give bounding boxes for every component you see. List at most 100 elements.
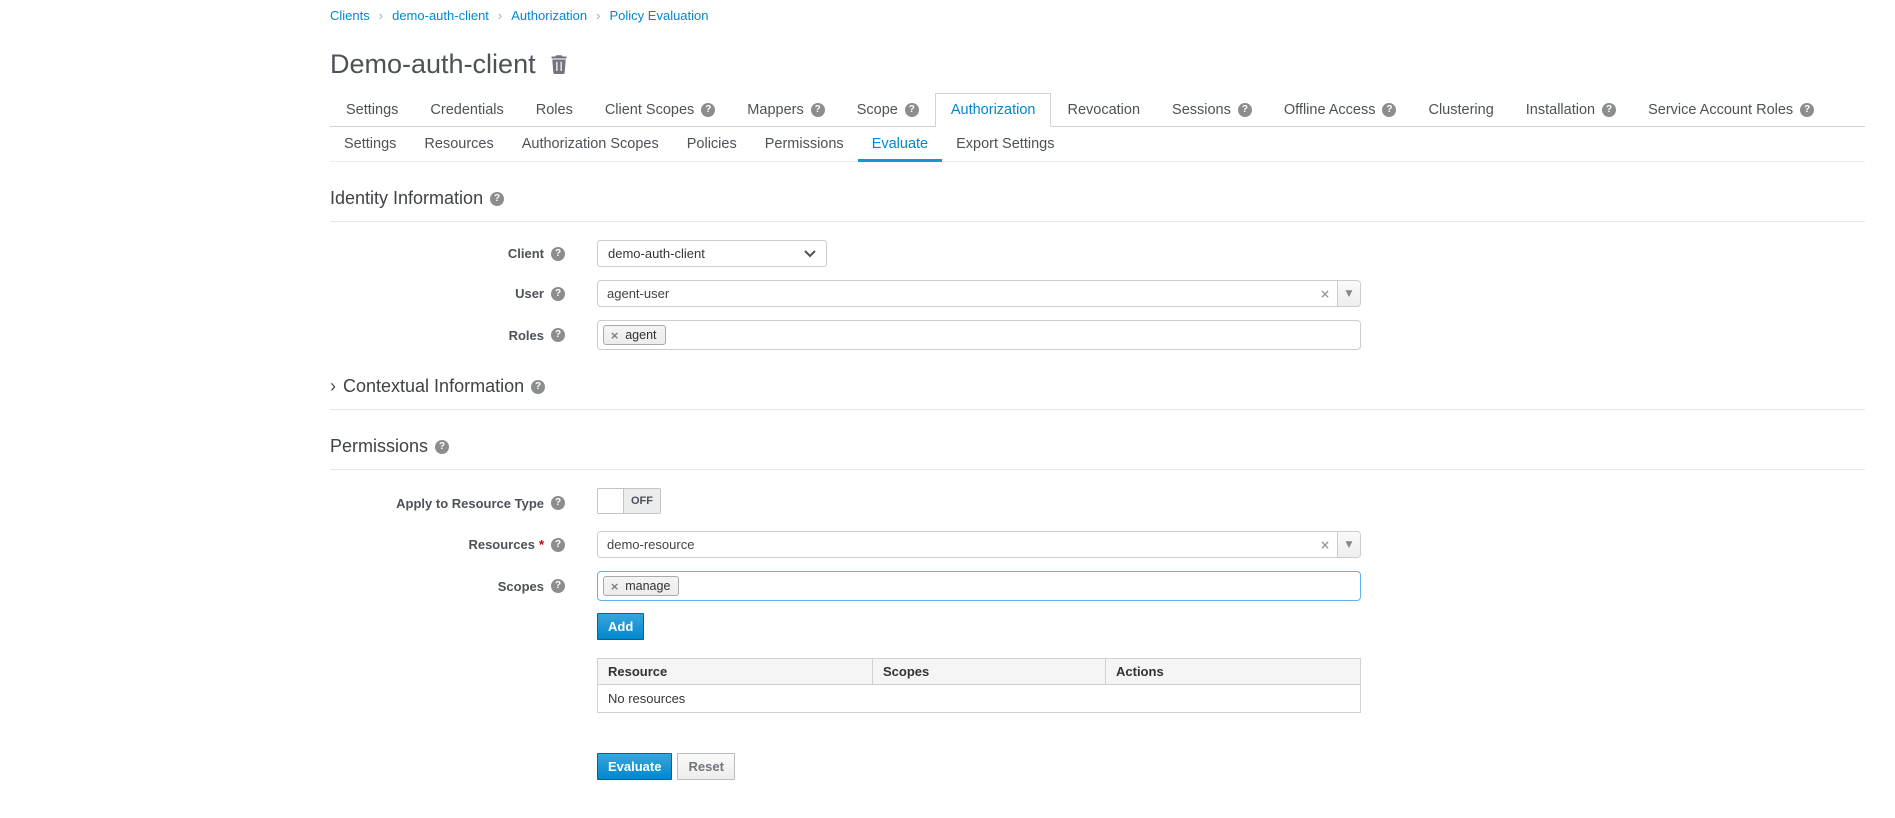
chevron-down-icon <box>804 250 816 258</box>
clear-resource-icon[interactable]: × <box>1313 538 1337 552</box>
toggle-knob <box>598 489 624 513</box>
subtab-evaluate[interactable]: Evaluate <box>858 131 942 161</box>
scopes-label: Scopes ? <box>330 579 565 594</box>
tab-credentials[interactable]: Credentials <box>414 93 519 127</box>
page-content: Clients › demo-auth-client › Authorizati… <box>0 0 1895 780</box>
client-select[interactable]: demo-auth-client <box>597 240 827 267</box>
tab-scope[interactable]: Scope? <box>841 93 935 127</box>
help-icon[interactable]: ? <box>551 328 565 342</box>
roles-label: Roles ? <box>330 328 565 343</box>
client-label: Client ? <box>330 246 565 261</box>
help-icon[interactable]: ? <box>551 247 565 261</box>
help-icon[interactable]: ? <box>701 103 715 117</box>
help-icon[interactable]: ? <box>1382 103 1396 117</box>
help-icon[interactable]: ? <box>811 103 825 117</box>
apply-to-resource-type-toggle[interactable]: OFF <box>597 488 661 514</box>
client-select-value: demo-auth-client <box>608 246 705 261</box>
breadcrumb-separator-icon: › <box>370 8 392 23</box>
tab-authorization[interactable]: Authorization <box>935 93 1052 127</box>
help-icon[interactable]: ? <box>490 192 504 206</box>
user-dropdown-arrow-icon[interactable]: ▼ <box>1337 281 1360 306</box>
scopes-field-row: Scopes ? × manage <box>330 571 1865 601</box>
role-tag-label: agent <box>625 328 656 342</box>
tab-roles[interactable]: Roles <box>520 93 589 127</box>
breadcrumb-client-id[interactable]: demo-auth-client <box>392 8 489 23</box>
user-label: User ? <box>330 286 565 301</box>
user-field-row: User ? agent-user × ▼ <box>330 280 1865 307</box>
scopes-multiselect[interactable]: × manage <box>597 571 1361 601</box>
apply-to-resource-type-label: Apply to Resource Type ? <box>330 496 565 511</box>
contextual-information-header[interactable]: › Contextual Information ? <box>330 376 1865 410</box>
required-asterisk: * <box>539 537 544 552</box>
help-icon[interactable]: ? <box>1238 103 1252 117</box>
tab-sessions[interactable]: Sessions? <box>1156 93 1268 127</box>
help-icon[interactable]: ? <box>551 538 565 552</box>
breadcrumb-policy-evaluation[interactable]: Policy Evaluation <box>610 8 709 23</box>
tab-revocation[interactable]: Revocation <box>1051 93 1156 127</box>
apply-to-resource-type-row: Apply to Resource Type ? OFF <box>330 488 1865 518</box>
column-header-resource: Resource <box>598 659 873 685</box>
tab-clustering[interactable]: Clustering <box>1412 93 1509 127</box>
authorization-subtabs: Settings Resources Authorization Scopes … <box>330 131 1865 162</box>
column-header-scopes: Scopes <box>873 659 1106 685</box>
trash-icon[interactable] <box>550 54 568 74</box>
help-icon[interactable]: ? <box>1800 103 1814 117</box>
roles-field-row: Roles ? × agent <box>330 320 1865 350</box>
subtab-permissions[interactable]: Permissions <box>751 131 858 161</box>
scope-tag-manage: × manage <box>603 576 679 596</box>
help-icon[interactable]: ? <box>531 380 545 394</box>
subtab-policies[interactable]: Policies <box>673 131 751 161</box>
roles-multiselect[interactable]: × agent <box>597 320 1361 350</box>
permissions-header: Permissions ? <box>330 436 1865 470</box>
tab-installation[interactable]: Installation? <box>1510 93 1632 127</box>
help-icon[interactable]: ? <box>551 579 565 593</box>
help-icon[interactable]: ? <box>551 496 565 510</box>
breadcrumb-separator-icon: › <box>587 8 609 23</box>
identity-information-header: Identity Information ? <box>330 188 1865 222</box>
resources-select-value: demo-resource <box>607 537 694 552</box>
resources-table: Resource Scopes Actions No resources <box>597 658 1361 713</box>
breadcrumb-clients[interactable]: Clients <box>330 8 370 23</box>
resources-field-row: Resources * ? demo-resource × ▼ <box>330 531 1865 558</box>
user-select[interactable]: agent-user × ▼ <box>597 280 1361 307</box>
breadcrumb: Clients › demo-auth-client › Authorizati… <box>330 8 1865 23</box>
resources-dropdown-arrow-icon[interactable]: ▼ <box>1337 532 1360 557</box>
add-button[interactable]: Add <box>597 613 644 640</box>
subtab-export-settings[interactable]: Export Settings <box>942 131 1068 161</box>
breadcrumb-authorization[interactable]: Authorization <box>511 8 587 23</box>
client-tabs: Settings Credentials Roles Client Scopes… <box>330 93 1865 127</box>
breadcrumb-separator-icon: › <box>489 8 511 23</box>
tab-service-account-roles[interactable]: Service Account Roles? <box>1632 93 1830 127</box>
clear-user-icon[interactable]: × <box>1313 287 1337 301</box>
subtab-settings[interactable]: Settings <box>330 131 410 161</box>
tab-mappers[interactable]: Mappers? <box>731 93 840 127</box>
tab-offline-access[interactable]: Offline Access? <box>1268 93 1413 127</box>
client-field-row: Client ? demo-auth-client <box>330 240 1865 267</box>
resources-select[interactable]: demo-resource × ▼ <box>597 531 1361 558</box>
no-resources-cell: No resources <box>598 685 1361 713</box>
subtab-resources[interactable]: Resources <box>410 131 507 161</box>
evaluate-button[interactable]: Evaluate <box>597 753 672 780</box>
column-header-actions: Actions <box>1106 659 1361 685</box>
scope-tag-label: manage <box>625 579 670 593</box>
table-empty-row: No resources <box>598 685 1361 713</box>
remove-tag-icon[interactable]: × <box>610 580 619 593</box>
user-select-value: agent-user <box>607 286 669 301</box>
table-header-row: Resource Scopes Actions <box>598 659 1361 685</box>
subtab-authorization-scopes[interactable]: Authorization Scopes <box>508 131 673 161</box>
form-actions: Evaluate Reset <box>597 753 1865 780</box>
resources-label: Resources * ? <box>330 537 565 552</box>
tab-settings[interactable]: Settings <box>330 93 414 127</box>
role-tag-agent: × agent <box>603 325 666 345</box>
tab-client-scopes[interactable]: Client Scopes? <box>589 93 731 127</box>
help-icon[interactable]: ? <box>905 103 919 117</box>
page-title: Demo-auth-client <box>330 47 1865 81</box>
client-title-text: Demo-auth-client <box>330 47 536 81</box>
help-icon[interactable]: ? <box>435 440 449 454</box>
reset-button[interactable]: Reset <box>677 753 734 780</box>
remove-tag-icon[interactable]: × <box>610 329 619 342</box>
toggle-state-label: OFF <box>624 489 660 513</box>
collapse-chevron-icon: › <box>330 376 336 397</box>
help-icon[interactable]: ? <box>551 287 565 301</box>
help-icon[interactable]: ? <box>1602 103 1616 117</box>
